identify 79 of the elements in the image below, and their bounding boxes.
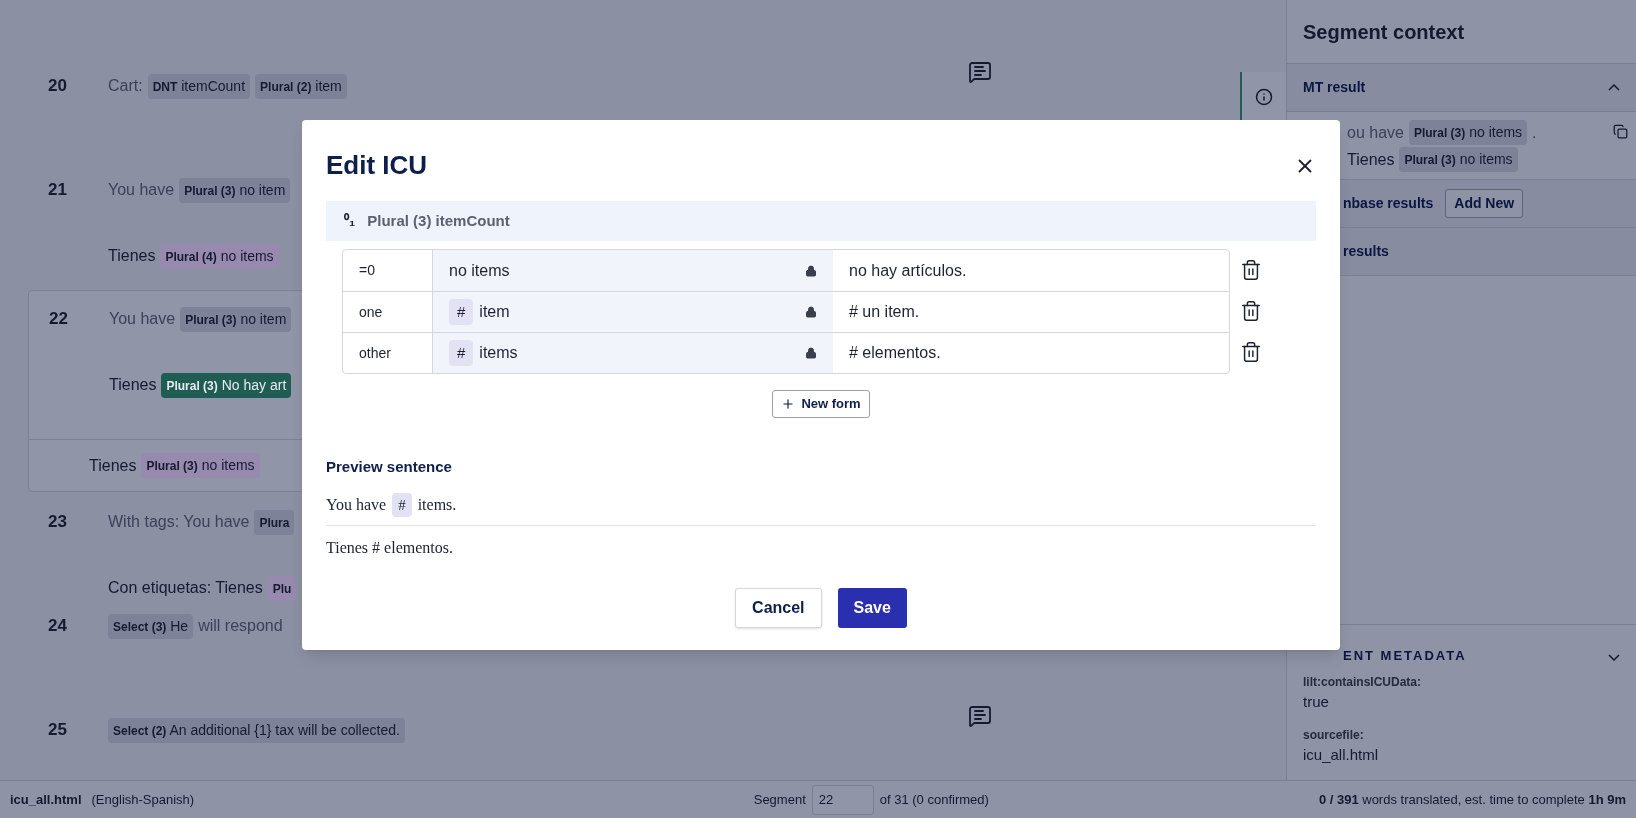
placeholder-tag[interactable]: Plu — [267, 575, 297, 601]
placeholder-tag[interactable]: # — [449, 339, 474, 367]
info-tab[interactable] — [1240, 72, 1286, 122]
progress-text: 0 / 391 words translated, est. time to complete 1h 9m — [1318, 790, 1626, 809]
preview-translation: Tienes # elementos. — [326, 538, 454, 558]
segment-number: 24 — [47, 615, 68, 637]
segment-text: will respond — [198, 616, 283, 636]
segment-text: Tienes — [89, 455, 137, 476]
placeholder-tag[interactable]: Plura — [254, 509, 295, 535]
placeholder-tag[interactable]: Select (3) He — [108, 613, 194, 639]
segment-label: Segment — [753, 790, 806, 809]
new-form-button[interactable]: New form — [772, 390, 870, 418]
file-name: icu_all.html — [10, 790, 82, 809]
segment-text: Tienes — [108, 246, 156, 266]
placeholder-tag[interactable]: DNT itemCount — [147, 73, 251, 99]
segment-text: You have — [109, 309, 176, 329]
add-new-button[interactable]: Add New — [1445, 189, 1524, 218]
preview-text: You have — [326, 494, 387, 515]
placeholder-tag[interactable]: # — [449, 298, 474, 326]
placeholder-tag[interactable]: Plural (3) no items — [1408, 120, 1528, 145]
segment-text: Tienes — [1347, 149, 1395, 170]
segment-number: 23 — [47, 511, 68, 533]
delete-icon[interactable] — [1240, 258, 1262, 281]
metadata-key: lilt:containsICUData: — [1303, 673, 1620, 691]
translation-field[interactable]: no hay artículos. — [833, 250, 1229, 291]
placeholder-tag[interactable]: Select (2) An additional {1} tax will be collected. — [108, 717, 405, 743]
segment-text: . — [1532, 122, 1537, 143]
placeholder-tag[interactable]: Plural (3) No hay art — [161, 372, 292, 398]
comment-icon[interactable] — [968, 60, 992, 84]
placeholder-tag[interactable]: Plural (3) no items — [141, 453, 260, 478]
section-title[interactable]: results — [1343, 241, 1389, 262]
plural-symbol: ⁰₁ — [344, 210, 356, 231]
segment-number: 20 — [47, 75, 68, 97]
placeholder-tag[interactable]: Plural (3) no items — [1399, 147, 1518, 172]
placeholder-tag[interactable]: Plural (2) item — [255, 73, 347, 99]
lock-icon — [805, 264, 817, 277]
preview-title: Preview sentence — [326, 457, 453, 477]
placeholder-tag[interactable]: Plural (4) no items — [160, 243, 279, 269]
segment-number: 22 — [48, 308, 69, 330]
translation-field[interactable]: # un item. — [833, 292, 1229, 332]
segment-text: ou have — [1347, 122, 1404, 143]
source-text: no items — [449, 260, 510, 281]
segment-text: Cart: — [108, 76, 143, 96]
section-title: MT result — [1303, 78, 1366, 97]
placeholder-tag: # — [392, 492, 412, 517]
language-pair: (English-Spanish) — [91, 790, 195, 809]
icu-name: Plural (3) itemCount — [367, 210, 510, 231]
lock-icon — [805, 306, 817, 318]
segment-input[interactable]: 22 — [811, 784, 874, 815]
metadata-value: true — [1303, 692, 1330, 712]
metadata-value: icu_all.html — [1303, 744, 1380, 765]
save-button[interactable]: Save — [837, 588, 907, 628]
segment-number: 25 — [47, 719, 68, 741]
source-text: item — [479, 302, 510, 322]
info-icon — [1255, 88, 1273, 106]
section-header[interactable]: MT result — [1287, 64, 1636, 112]
delete-icon[interactable] — [1240, 340, 1262, 363]
plus-icon — [781, 397, 796, 411]
source-text: items — [479, 343, 518, 363]
section-title[interactable]: nbase results — [1343, 193, 1434, 214]
comment-icon[interactable] — [968, 704, 992, 728]
cancel-button[interactable]: Cancel — [735, 588, 822, 628]
segment-text: With tags: You have — [108, 512, 250, 532]
placeholder-tag[interactable]: Plural (3) no item — [179, 177, 291, 203]
dialog-title: Edit ICU — [326, 149, 428, 182]
segment-text: You have — [108, 180, 175, 200]
translation-field[interactable]: # elementos. — [833, 333, 1229, 373]
segment-text: Con etiquetas: Tienes — [108, 578, 263, 598]
section-title[interactable]: ENT METADATA — [1343, 645, 1467, 665]
placeholder-tag[interactable]: Plural (3) no item — [180, 306, 292, 332]
panel-title: Segment context — [1303, 19, 1465, 45]
metadata-key: sourcefile: — [1303, 725, 1620, 744]
segment-text: Tienes — [109, 375, 157, 395]
lock-icon — [805, 347, 817, 359]
segment-number: 21 — [47, 179, 68, 201]
preview-text: items. — [417, 494, 457, 515]
copy-icon[interactable] — [1613, 124, 1628, 139]
delete-icon[interactable] — [1240, 299, 1262, 322]
segment-count: of 31 (0 confirmed) — [879, 790, 989, 809]
